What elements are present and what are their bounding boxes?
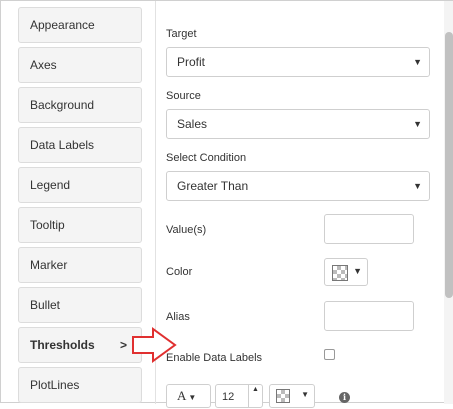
sidebar-item-tooltip[interactable]: Tooltip (18, 207, 142, 243)
sidebar-item-bullet[interactable]: Bullet (18, 287, 142, 323)
sidebar-item-marker[interactable]: Marker (18, 247, 142, 283)
sidebar-item-label: Data Labels (30, 138, 95, 152)
font-icon: A (177, 388, 187, 403)
sidebar-item-data-labels[interactable]: Data Labels (18, 127, 142, 163)
sidebar-item-plotlines[interactable]: PlotLines (18, 367, 142, 403)
scrollbar-thumb[interactable] (445, 32, 453, 298)
sidebar-item-label: PlotLines (30, 378, 80, 392)
target-select[interactable]: Profit ▼ (166, 47, 430, 77)
condition-label: Select Condition (166, 152, 247, 164)
source-label: Source (166, 90, 201, 102)
sidebar-item-label: Appearance (30, 18, 95, 32)
target-value: Profit (177, 55, 206, 69)
sidebar-item-label: Marker (30, 258, 68, 272)
condition-value: Greater Than (177, 179, 249, 193)
caret-down-icon: ▼ (188, 393, 197, 402)
source-value: Sales (177, 117, 208, 131)
caret-down-icon: ▼ (353, 266, 362, 276)
color-picker-button[interactable]: ▼ (324, 258, 368, 286)
caret-down-icon: ▼ (413, 57, 422, 67)
font-color-button[interactable]: ▼ (269, 384, 315, 408)
sidebar-item-axes[interactable]: Axes (18, 47, 142, 83)
font-family-button[interactable]: A ▼ (166, 384, 211, 408)
chevron-right-icon: > (119, 338, 127, 352)
alias-label: Alias (166, 311, 190, 323)
color-label: Color (166, 266, 193, 278)
thresholds-panel: Target Profit ▼ Source Sales ▼ Select Co… (156, 1, 444, 408)
spin-up-icon[interactable]: ▲ (248, 385, 262, 407)
font-size-value: 12 (222, 391, 235, 403)
font-size-stepper[interactable]: 12 ▲ (215, 384, 263, 408)
caret-down-icon: ▼ (413, 181, 422, 191)
color-swatch-icon (332, 265, 348, 281)
sidebar-item-thresholds[interactable]: Thresholds > (18, 327, 142, 363)
settings-dialog: Appearance Axes Background Data Labels L… (0, 0, 453, 408)
sidebar-item-background[interactable]: Background (18, 87, 142, 123)
sidebar-item-legend[interactable]: Legend (18, 167, 142, 203)
sidebar-item-label: Legend (30, 178, 71, 192)
enable-data-labels-checkbox[interactable] (324, 349, 335, 360)
sidebar-item-label: Bullet (30, 298, 61, 312)
sidebar-item-label: Thresholds (30, 338, 95, 352)
sidebar-item-appearance[interactable]: Appearance (18, 7, 142, 43)
sidebar-item-label: Background (30, 98, 95, 112)
target-label: Target (166, 28, 197, 40)
caret-down-icon: ▼ (301, 390, 309, 399)
condition-select[interactable]: Greater Than ▼ (166, 171, 430, 201)
values-input[interactable] (324, 214, 414, 244)
info-icon[interactable]: i (339, 392, 350, 403)
color-swatch-icon (276, 389, 290, 403)
values-label: Value(s) (166, 224, 207, 236)
sidebar-item-label: Axes (30, 58, 57, 72)
sidebar-item-label: Tooltip (30, 218, 65, 232)
alias-input[interactable] (324, 301, 414, 331)
caret-down-icon: ▼ (413, 119, 422, 129)
enable-data-labels-label: Enable Data Labels (166, 352, 263, 364)
source-select[interactable]: Sales ▼ (166, 109, 430, 139)
